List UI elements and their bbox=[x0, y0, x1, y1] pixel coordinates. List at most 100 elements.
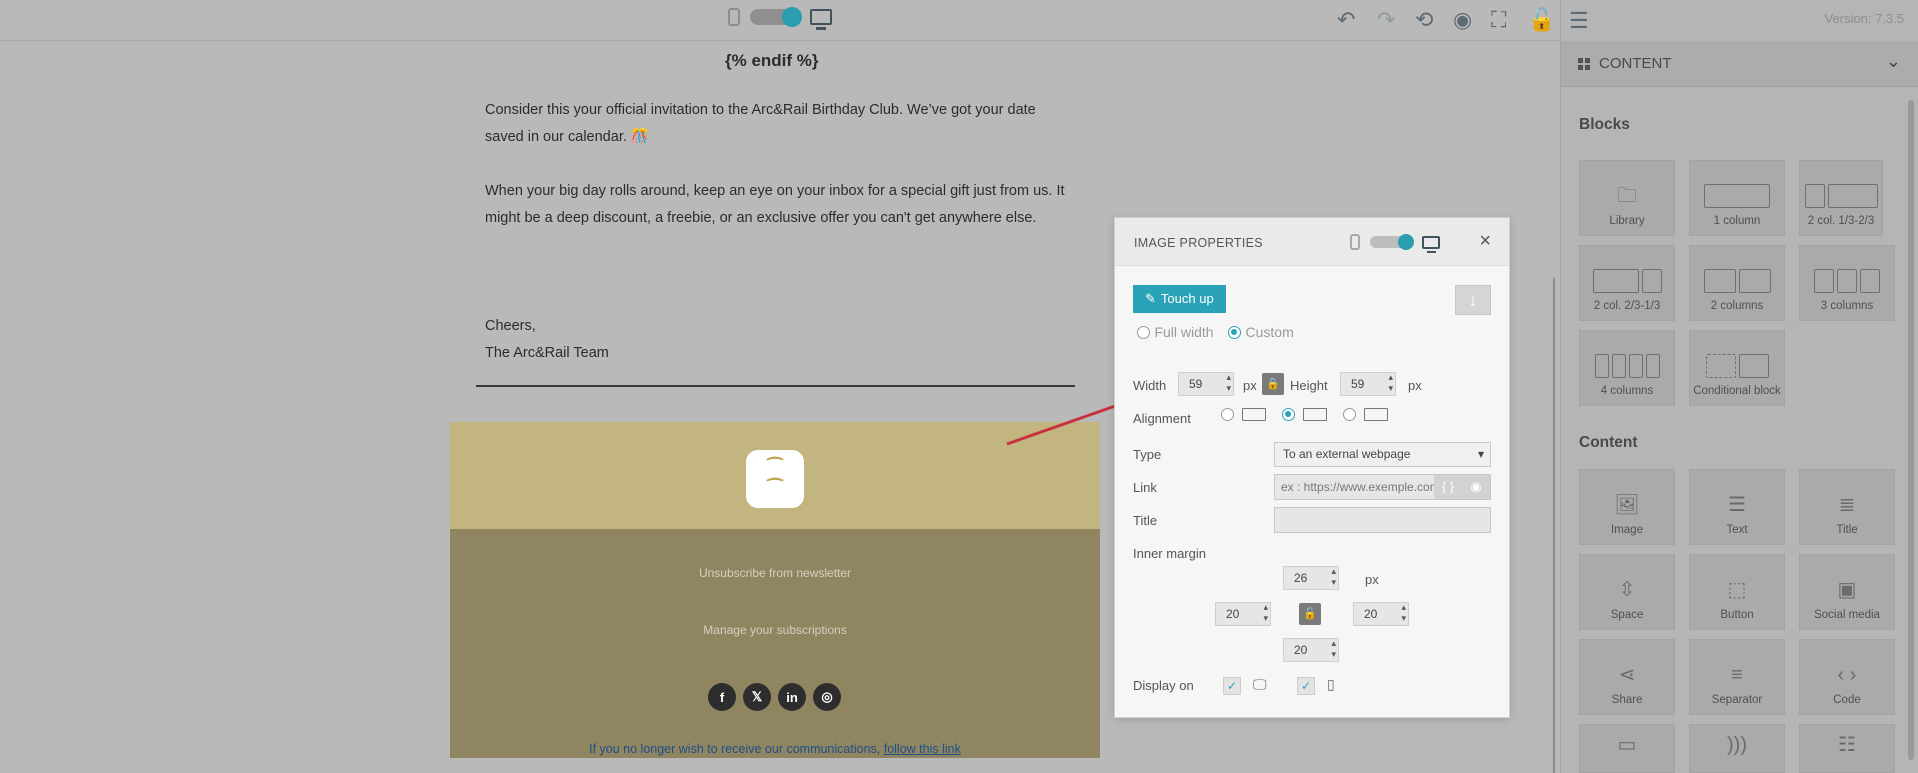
sidebar-scrollbar[interactable] bbox=[1908, 100, 1914, 760]
title-input[interactable] bbox=[1274, 507, 1491, 533]
align-left-icon bbox=[1242, 408, 1266, 421]
content-social-media[interactable]: ▣ Social media bbox=[1799, 554, 1895, 630]
button-icon: ⬚ bbox=[1727, 579, 1747, 601]
custom-label[interactable]: Custom bbox=[1246, 324, 1294, 340]
content-label: Image bbox=[1611, 524, 1643, 536]
link-input[interactable]: ex : https://www.exemple.com { } ◉ bbox=[1274, 474, 1491, 500]
brand-logo[interactable]: ⁀ ⁀ bbox=[746, 450, 804, 508]
email-separator bbox=[476, 385, 1075, 387]
align-center-radio[interactable] bbox=[1282, 408, 1295, 421]
block-2-columns[interactable]: 2 columns bbox=[1689, 245, 1785, 321]
block-3-columns[interactable]: 3 columns bbox=[1799, 245, 1895, 321]
device-toggle[interactable] bbox=[728, 7, 832, 30]
custom-radio[interactable] bbox=[1228, 326, 1242, 340]
eye-icon[interactable]: ◉ bbox=[1462, 475, 1490, 499]
block-1-column[interactable]: 1 column bbox=[1689, 160, 1785, 236]
full-width-radio[interactable] bbox=[1137, 326, 1150, 340]
align-right-radio[interactable] bbox=[1343, 408, 1356, 421]
history-icon[interactable]: ⟲ bbox=[1415, 9, 1433, 31]
margin-left-input[interactable]: 20 bbox=[1215, 602, 1271, 626]
chevron-down-icon[interactable]: ⌄ bbox=[1886, 51, 1901, 72]
content-text[interactable]: ☰ Text bbox=[1689, 469, 1785, 545]
content-label: Text bbox=[1726, 524, 1748, 536]
text-icon: ☰ bbox=[1728, 494, 1746, 516]
margin-bottom-input[interactable]: 20 bbox=[1283, 638, 1339, 662]
block-2-col-2-3-1-3[interactable]: 2 col. 2/3-1/3 bbox=[1579, 245, 1675, 321]
preview-icon[interactable]: ◉ bbox=[1453, 9, 1472, 31]
article-icon: ☷ bbox=[1838, 733, 1856, 756]
block-4-columns[interactable]: 4 columns bbox=[1579, 330, 1675, 406]
mobile-icon[interactable] bbox=[1350, 234, 1360, 250]
email-paragraph-1[interactable]: Consider this your official invitation t… bbox=[485, 97, 1065, 151]
content-space[interactable]: ⇳ Space bbox=[1579, 554, 1675, 630]
content-image[interactable]: 🖼 Image bbox=[1579, 469, 1675, 545]
display-desktop-checkbox[interactable]: ✓ bbox=[1223, 677, 1241, 695]
margin-top-input[interactable]: 26 bbox=[1283, 566, 1339, 590]
content-rss[interactable]: ))) bbox=[1689, 724, 1785, 773]
type-label: Type bbox=[1133, 447, 1162, 462]
align-left-radio[interactable] bbox=[1221, 408, 1234, 421]
mobile-icon[interactable] bbox=[728, 8, 740, 26]
device-switch[interactable] bbox=[750, 7, 802, 27]
manage-subscriptions-link[interactable]: Manage your subscriptions bbox=[450, 623, 1100, 637]
dialog-device-toggle[interactable] bbox=[1350, 234, 1440, 253]
content-separator[interactable]: ≡ Separator bbox=[1689, 639, 1785, 715]
undo-icon[interactable]: ↶ bbox=[1337, 9, 1355, 31]
linkedin-icon[interactable]: in bbox=[778, 683, 806, 711]
two-col-2-3-icon bbox=[1592, 268, 1662, 294]
unsubscribe-newsletter-link[interactable]: Unsubscribe from newsletter bbox=[450, 566, 1100, 580]
display-on-label: Display on bbox=[1133, 678, 1194, 693]
block-library[interactable]: 🗀 Library bbox=[1579, 160, 1675, 236]
email-signoff-1[interactable]: Cheers, bbox=[485, 313, 1065, 340]
block-label: 1 column bbox=[1713, 215, 1761, 227]
width-input[interactable]: 59 bbox=[1178, 372, 1234, 396]
margin-right-input[interactable]: 20 bbox=[1353, 602, 1409, 626]
three-columns-icon bbox=[1814, 268, 1880, 294]
block-conditional[interactable]: Conditional block bbox=[1689, 330, 1785, 406]
space-icon: ⇳ bbox=[1618, 579, 1636, 601]
block-2-col-1-3-2-3[interactable]: 2 col. 1/3-2/3 bbox=[1799, 160, 1883, 236]
instagram-icon[interactable]: ◎ bbox=[813, 683, 841, 711]
dialog-header: IMAGE PROPERTIES × bbox=[1115, 218, 1509, 266]
footer-links-section[interactable]: Unsubscribe from newsletter Manage your … bbox=[450, 529, 1100, 758]
height-label: Height bbox=[1290, 378, 1328, 393]
type-select[interactable]: To an external webpage bbox=[1274, 442, 1491, 467]
desktop-icon[interactable] bbox=[1422, 235, 1440, 253]
content-code[interactable]: ‹ › Code bbox=[1799, 639, 1895, 715]
content-panel-header[interactable]: CONTENT ⌄ bbox=[1561, 41, 1918, 87]
content-share[interactable]: ⋖ Share bbox=[1579, 639, 1675, 715]
redo-icon[interactable]: ↷ bbox=[1377, 9, 1395, 31]
close-icon[interactable]: × bbox=[1479, 230, 1491, 253]
width-label: Width bbox=[1133, 378, 1167, 393]
email-signoff-2[interactable]: The Arc&Rail Team bbox=[485, 340, 1065, 367]
lock-icon[interactable]: 🔒 bbox=[1262, 373, 1284, 395]
one-column-icon bbox=[1704, 183, 1770, 209]
facebook-icon[interactable]: f bbox=[708, 683, 736, 711]
video-icon: ▭ bbox=[1617, 733, 1637, 756]
fullscreen-icon[interactable]: ⛶ bbox=[1491, 9, 1506, 31]
x-icon[interactable]: 𝕏 bbox=[743, 683, 771, 711]
unlock-icon[interactable]: 🔓 bbox=[1299, 603, 1321, 625]
canvas-scrollbar[interactable] bbox=[1553, 277, 1555, 773]
content-article[interactable]: ☷ bbox=[1799, 724, 1895, 773]
full-width-label[interactable]: Full width bbox=[1154, 324, 1213, 340]
download-icon: ↓ bbox=[1468, 290, 1478, 310]
desktop-icon[interactable] bbox=[810, 9, 832, 30]
grid-icon bbox=[1578, 58, 1590, 70]
dynamic-field-icon[interactable]: { } bbox=[1434, 475, 1462, 499]
link-placeholder: ex : https://www.exemple.com bbox=[1281, 480, 1440, 494]
download-button[interactable]: ↓ bbox=[1455, 285, 1491, 315]
email-paragraph-2[interactable]: When your big day rolls around, keep an … bbox=[485, 178, 1065, 232]
block-label: 2 columns bbox=[1710, 300, 1764, 312]
content-video[interactable]: ▭ bbox=[1579, 724, 1675, 773]
content-title-block[interactable]: ≣ Title bbox=[1799, 469, 1895, 545]
display-mobile-checkbox[interactable]: ✓ bbox=[1297, 677, 1315, 695]
content-button[interactable]: ⬚ Button bbox=[1689, 554, 1785, 630]
height-input[interactable]: 59 bbox=[1340, 372, 1396, 396]
touch-up-button[interactable]: ✎ Touch up bbox=[1133, 285, 1226, 313]
follow-link[interactable]: follow this link bbox=[884, 742, 961, 756]
dialog-device-switch[interactable] bbox=[1370, 234, 1414, 250]
panel-toggle-icon[interactable]: ☰ bbox=[1569, 8, 1589, 34]
unlock-icon[interactable]: 🔓 bbox=[1528, 9, 1555, 31]
block-label: Library bbox=[1609, 215, 1645, 227]
